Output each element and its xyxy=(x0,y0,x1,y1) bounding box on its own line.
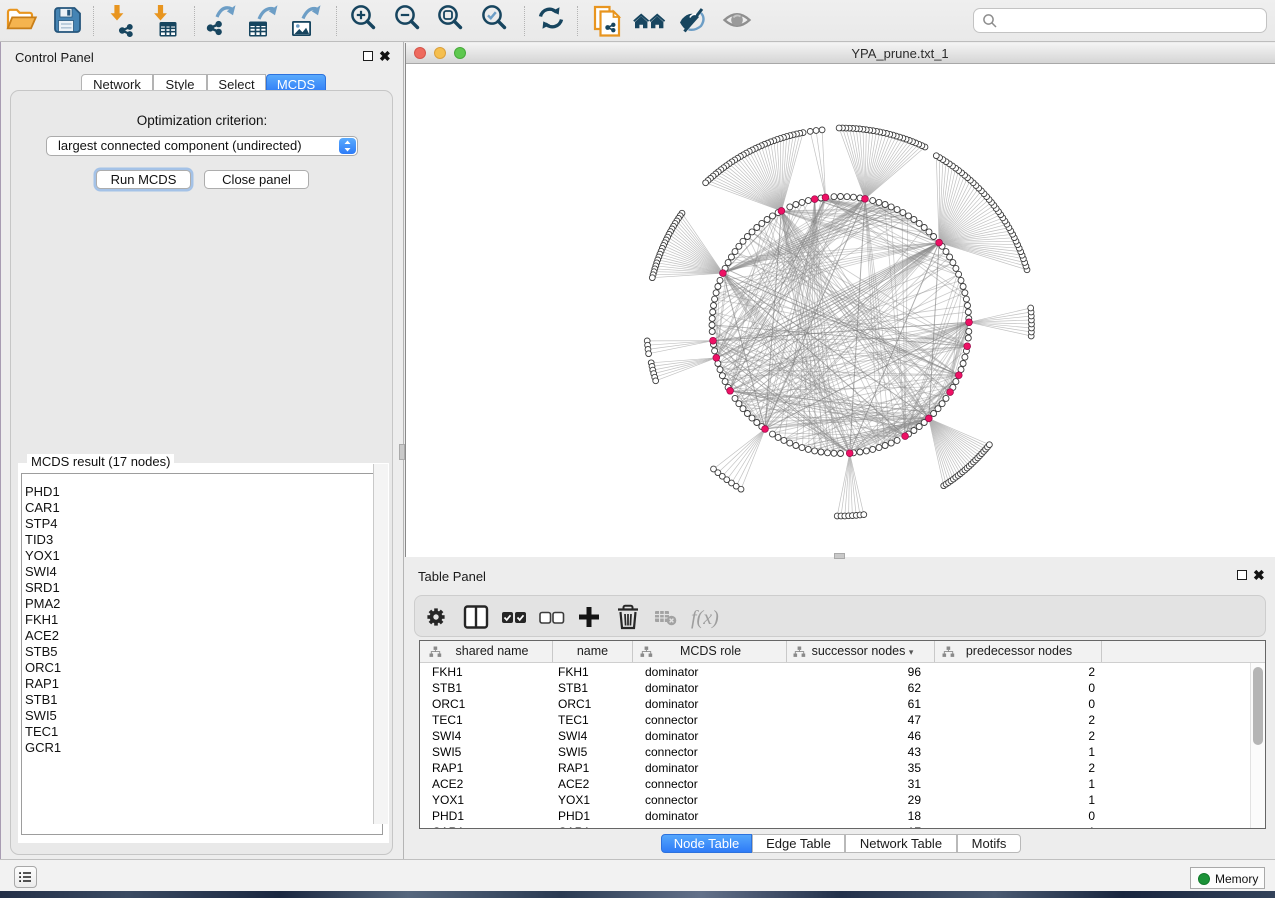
svg-text:f(x): f(x) xyxy=(691,607,719,629)
